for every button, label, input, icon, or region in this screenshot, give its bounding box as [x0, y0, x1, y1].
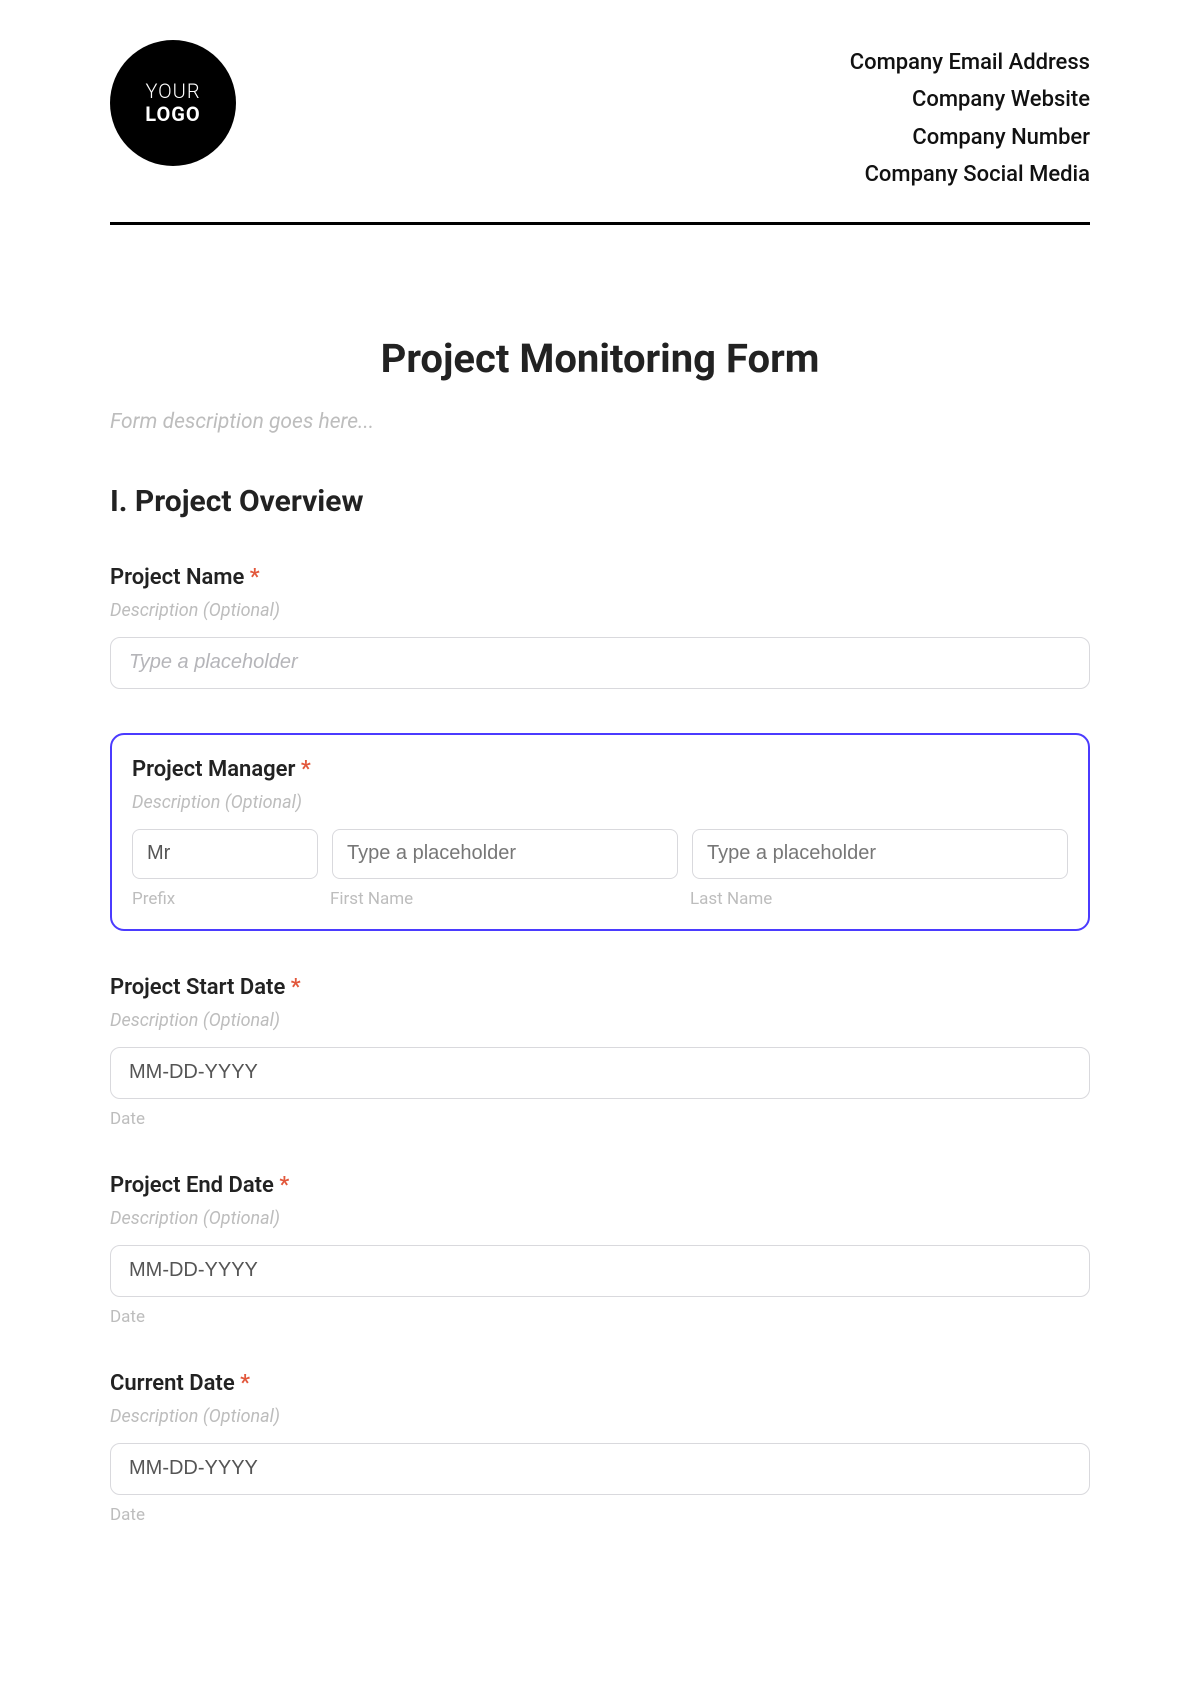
logo-placeholder: YOUR LOGO [110, 40, 236, 166]
label-text: Project Start Date [110, 975, 285, 1000]
last-name-input[interactable] [692, 829, 1068, 879]
section-heading-overview: I. Project Overview [110, 484, 1090, 519]
company-number: Company Number [850, 119, 1090, 156]
field-desc-current-date[interactable]: Description (Optional) [110, 1406, 1090, 1427]
first-name-input[interactable] [332, 829, 678, 879]
required-mark: * [240, 1371, 250, 1396]
required-mark: * [279, 1173, 289, 1198]
caption-last-name: Last Name [690, 889, 1068, 909]
form-description[interactable]: Form description goes here... [110, 410, 1090, 434]
label-text: Current Date [110, 1371, 235, 1396]
field-end-date: Project End Date * Description (Optional… [110, 1173, 1090, 1327]
header: YOUR LOGO Company Email Address Company … [110, 40, 1090, 225]
field-project-manager-selected[interactable]: Project Manager * Description (Optional)… [110, 733, 1090, 931]
label-text: Project Name [110, 565, 244, 590]
field-label-current-date: Current Date * [110, 1371, 1090, 1396]
required-mark: * [291, 975, 301, 1000]
company-email: Company Email Address [850, 44, 1090, 81]
current-date-input[interactable] [110, 1443, 1090, 1495]
field-desc-project-name[interactable]: Description (Optional) [110, 600, 1090, 621]
label-text: Project End Date [110, 1173, 274, 1198]
logo-text-line2: LOGO [145, 103, 200, 126]
caption-end-date: Date [110, 1307, 1090, 1327]
caption-first-name: First Name [330, 889, 690, 909]
end-date-input[interactable] [110, 1245, 1090, 1297]
page-title: Project Monitoring Form [110, 335, 1090, 382]
caption-prefix: Prefix [132, 889, 330, 909]
name-caption-row: Prefix First Name Last Name [132, 889, 1068, 909]
field-label-project-name: Project Name * [110, 565, 1090, 590]
company-info: Company Email Address Company Website Co… [850, 40, 1090, 194]
project-name-input[interactable] [110, 637, 1090, 689]
name-input-row [132, 829, 1068, 879]
field-desc-start-date[interactable]: Description (Optional) [110, 1010, 1090, 1031]
caption-current-date: Date [110, 1505, 1090, 1525]
company-social: Company Social Media [850, 156, 1090, 193]
required-mark: * [301, 757, 311, 782]
prefix-input[interactable] [132, 829, 318, 879]
start-date-input[interactable] [110, 1047, 1090, 1099]
field-desc-project-manager[interactable]: Description (Optional) [132, 792, 1068, 813]
required-mark: * [250, 565, 260, 590]
page-container: YOUR LOGO Company Email Address Company … [0, 0, 1200, 1525]
caption-start-date: Date [110, 1109, 1090, 1129]
field-label-start-date: Project Start Date * [110, 975, 1090, 1000]
field-label-end-date: Project End Date * [110, 1173, 1090, 1198]
field-desc-end-date[interactable]: Description (Optional) [110, 1208, 1090, 1229]
field-label-project-manager: Project Manager * [132, 757, 1068, 782]
label-text: Project Manager [132, 757, 295, 782]
field-current-date: Current Date * Description (Optional) Da… [110, 1371, 1090, 1525]
company-website: Company Website [850, 81, 1090, 118]
field-start-date: Project Start Date * Description (Option… [110, 975, 1090, 1129]
field-project-name: Project Name * Description (Optional) [110, 565, 1090, 689]
logo-text-line1: YOUR [145, 80, 200, 103]
